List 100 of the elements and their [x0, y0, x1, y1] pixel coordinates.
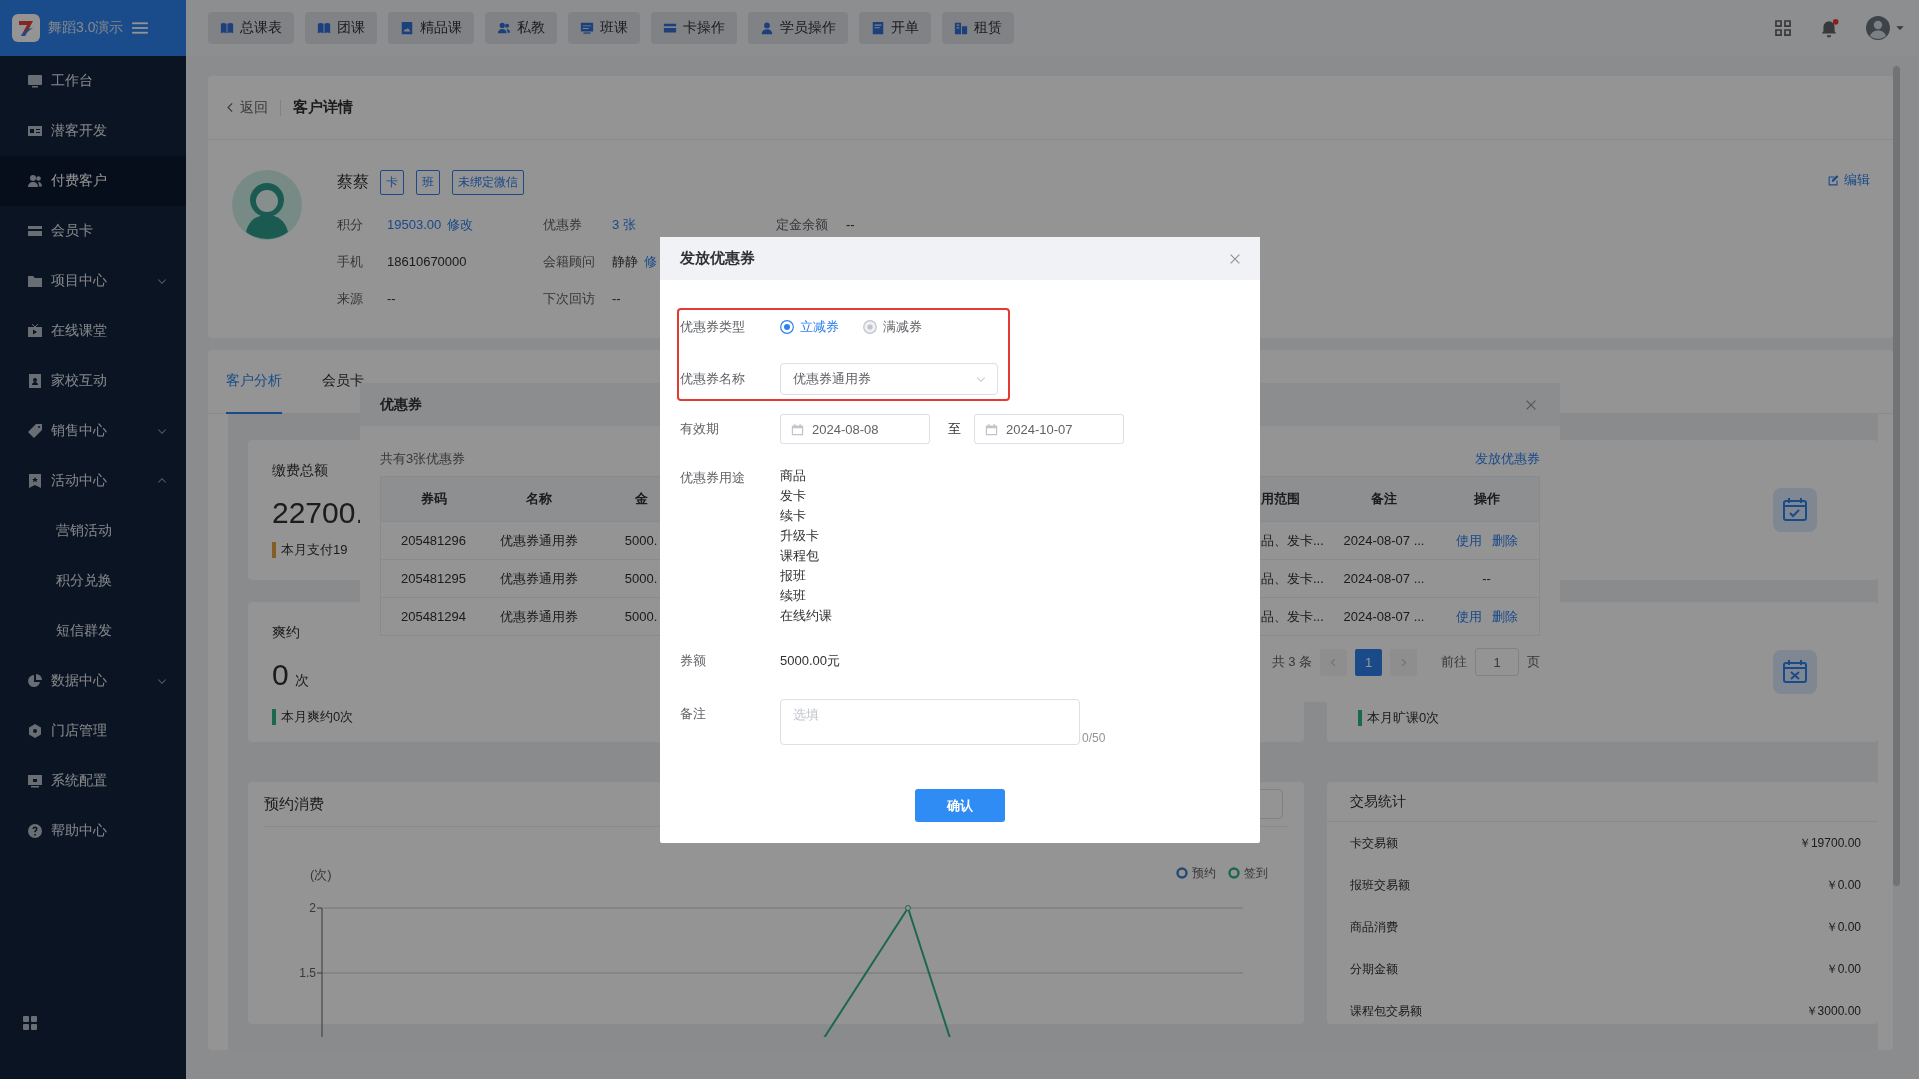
action-link[interactable]: 删除 — [1491, 607, 1518, 626]
stat-label: 卡交易额 — [1350, 834, 1398, 852]
stat-note: 本月爽约0次 — [272, 709, 354, 725]
apps-icon[interactable] — [22, 1015, 38, 1031]
tag-icon — [27, 423, 43, 439]
remark-field[interactable]: 选填 — [780, 699, 1080, 745]
nav-button[interactable]: 开单 — [859, 12, 931, 44]
char-counter: 0/50 — [1082, 731, 1106, 745]
app-name: 舞蹈3.0演示 — [48, 19, 124, 37]
inline-link[interactable]: 修 — [644, 252, 657, 271]
field-label: 优惠券 — [543, 215, 583, 234]
nav-button[interactable]: 团课 — [305, 12, 377, 44]
stat-amount: ￥19700.00 — [1798, 834, 1861, 852]
total-count: 共 3 条 — [1271, 653, 1312, 671]
tag: 班 — [416, 169, 440, 195]
stat-value: 22700. — [272, 495, 364, 531]
table-cell: 205481296 — [381, 522, 486, 560]
edit-link[interactable]: 编辑 — [1827, 170, 1870, 190]
stat-label: 分期金额 — [1350, 960, 1398, 978]
logo-icon — [12, 14, 40, 42]
field-value: 19503.00 — [387, 217, 442, 232]
action-link[interactable]: 使用 — [1455, 607, 1482, 626]
stat-amount: ￥0.00 — [1825, 960, 1861, 978]
radio-option[interactable]: 立减券 — [780, 318, 839, 336]
nav-button[interactable]: 总课表 — [208, 12, 294, 44]
sidebar-item[interactable]: 销售中心 — [0, 406, 186, 456]
issue-coupon-link[interactable]: 发放优惠券 — [1475, 450, 1540, 468]
range-separator: 至 — [948, 420, 961, 438]
sidebar-item[interactable]: 营销活动 — [0, 506, 186, 556]
usage-item: 在线约课 — [780, 607, 832, 625]
select-field[interactable]: 优惠券通用券 — [780, 363, 998, 395]
sidebar-item[interactable]: 项目中心 — [0, 256, 186, 306]
sidebar-item[interactable]: 工作台 — [0, 56, 186, 106]
inline-link[interactable]: 修改 — [447, 215, 474, 234]
sidebar-item[interactable]: 家校互动 — [0, 356, 186, 406]
sidebar-item[interactable]: 付费客户 — [0, 156, 186, 206]
sidebar-item[interactable]: 数据中心 — [0, 656, 186, 706]
stat-title: 缴费总额 — [272, 462, 328, 480]
table-cell: 优惠券通用券 — [486, 560, 591, 598]
nav-button[interactable]: 私教 — [485, 12, 557, 44]
field-label: 会籍顾问 — [543, 252, 596, 271]
nav-button[interactable]: 班课 — [568, 12, 640, 44]
field-label: 积分 — [337, 215, 364, 234]
date-field[interactable]: 2024-10-07 — [974, 414, 1124, 444]
page-button[interactable]: 1 — [1355, 648, 1382, 676]
confirm-button[interactable]: 确认 — [915, 789, 1005, 822]
usage-item: 续班 — [780, 587, 807, 605]
page-title: 客户详情 — [293, 98, 353, 117]
table-cell: 优惠券通用券 — [486, 598, 591, 636]
table-cell: -- — [1482, 571, 1491, 586]
folder-icon — [27, 273, 43, 289]
table-cell: 205481294 — [381, 598, 486, 636]
users-icon — [27, 173, 43, 189]
column-header: 名称 — [486, 477, 591, 522]
tick-label: 2 — [309, 901, 316, 915]
receipt-icon — [871, 21, 885, 35]
nav-button[interactable]: 精品课 — [388, 12, 474, 44]
menu-icon[interactable] — [131, 19, 150, 37]
nav-button[interactable]: 卡操作 — [651, 12, 737, 44]
table-cell: 优惠券通用券 — [486, 522, 591, 560]
page-input[interactable]: 1 — [1475, 648, 1519, 676]
sidebar-item[interactable]: 会员卡 — [0, 206, 186, 256]
field-label: 优惠券名称 — [680, 370, 746, 388]
dialog-title: 优惠券 — [380, 395, 422, 414]
avatar[interactable] — [1866, 16, 1890, 40]
field-value: -- — [846, 217, 855, 232]
field-value: 18610670000 — [387, 254, 467, 269]
stat-amount: ￥0.00 — [1825, 876, 1861, 894]
scrollbar-thumb[interactable] — [1893, 66, 1900, 886]
usage-item: 发卡 — [780, 487, 807, 505]
sidebar-item[interactable]: 潜客开发 — [0, 106, 186, 156]
calendar-check-icon — [1773, 488, 1817, 532]
nav-button[interactable]: 学员操作 — [748, 12, 848, 44]
grid-icon[interactable] — [1774, 19, 1792, 37]
users-icon — [497, 21, 511, 35]
tag: 未绑定微信 — [452, 169, 524, 195]
nav-button[interactable]: 租赁 — [942, 12, 1014, 44]
date-field[interactable]: 2024-08-08 — [780, 414, 930, 444]
calendar-icon — [985, 422, 998, 436]
usage-item: 升级卡 — [780, 527, 820, 545]
sidebar-item[interactable]: 门店管理 — [0, 706, 186, 756]
user-icon — [760, 21, 774, 35]
tab[interactable]: 会员卡 — [322, 350, 364, 414]
sidebar-item[interactable]: 积分兑换 — [0, 556, 186, 606]
sidebar-item[interactable]: 系统配置 — [0, 756, 186, 806]
card-icon — [663, 21, 677, 35]
field-value: 静静 — [612, 252, 638, 271]
bell-icon[interactable] — [1819, 18, 1839, 38]
sidebar-item[interactable]: 短信群发 — [0, 606, 186, 656]
sidebar-item[interactable]: 帮助中心 — [0, 806, 186, 856]
stat-amount: ￥3000.00 — [1805, 1002, 1861, 1020]
back-link[interactable]: 返回 — [224, 98, 268, 117]
summary-text: 共有3张优惠券 — [380, 450, 466, 468]
sidebar-item[interactable]: 活动中心 — [0, 456, 186, 506]
stat-title: 爽约 — [272, 624, 300, 642]
stat-label: 课程包交易额 — [1350, 1002, 1422, 1020]
action-link[interactable]: 使用 — [1455, 531, 1482, 550]
bookmark-icon — [27, 473, 43, 489]
sidebar-item[interactable]: 在线课堂 — [0, 306, 186, 356]
action-link[interactable]: 删除 — [1491, 531, 1518, 550]
